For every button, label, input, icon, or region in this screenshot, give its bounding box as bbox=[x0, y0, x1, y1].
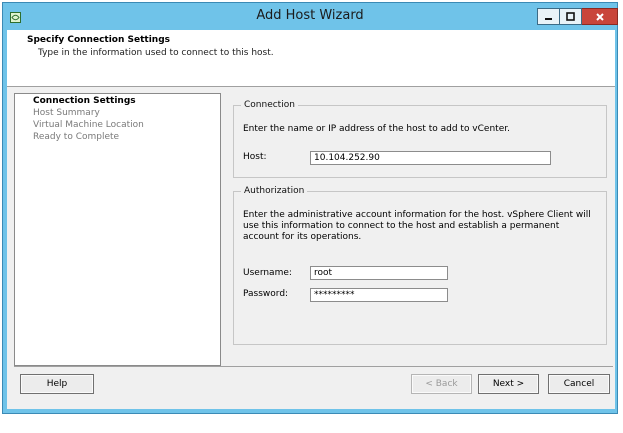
authorization-description-line-1: Enter the administrative account informa… bbox=[243, 210, 591, 220]
page-title: Specify Connection Settings bbox=[27, 35, 170, 45]
step-host-summary[interactable]: Host Summary bbox=[33, 108, 100, 118]
close-button[interactable] bbox=[582, 8, 618, 25]
authorization-description-line-3: account for its operations. bbox=[243, 232, 362, 242]
connection-legend: Connection bbox=[241, 100, 298, 110]
minimize-button[interactable] bbox=[537, 8, 560, 25]
host-label: Host: bbox=[243, 152, 267, 162]
step-virtual-machine-location[interactable]: Virtual Machine Location bbox=[33, 120, 144, 130]
page-subtitle: Type in the information used to connect … bbox=[38, 48, 274, 58]
next-button[interactable]: Next > bbox=[478, 374, 539, 394]
window-title: Add Host Wizard bbox=[256, 8, 364, 23]
authorization-description-line-2: use this information to connect to the h… bbox=[243, 221, 560, 231]
footer-divider bbox=[14, 366, 613, 367]
title-bar[interactable]: Add Host Wizard bbox=[3, 3, 618, 29]
connection-description: Enter the name or IP address of the host… bbox=[243, 124, 510, 134]
authorization-legend: Authorization bbox=[241, 186, 308, 196]
password-label: Password: bbox=[243, 289, 289, 299]
back-button[interactable]: < Back bbox=[411, 374, 472, 394]
minimize-icon bbox=[545, 18, 552, 20]
wizard-content-pane: Connection Enter the name or IP address … bbox=[221, 93, 618, 366]
host-input[interactable] bbox=[310, 151, 551, 165]
wizard-steps-pane: Connection Settings Host Summary Virtual… bbox=[14, 93, 221, 366]
close-icon bbox=[595, 12, 604, 21]
cancel-button[interactable]: Cancel bbox=[548, 374, 610, 394]
step-ready-to-complete[interactable]: Ready to Complete bbox=[33, 132, 119, 142]
step-connection-settings[interactable]: Connection Settings bbox=[33, 96, 136, 106]
maximize-button[interactable] bbox=[560, 8, 582, 25]
header-divider bbox=[7, 86, 615, 87]
password-input[interactable] bbox=[310, 288, 448, 302]
username-input[interactable] bbox=[310, 266, 448, 280]
maximize-icon bbox=[566, 12, 575, 21]
username-label: Username: bbox=[243, 268, 292, 278]
help-button[interactable]: Help bbox=[20, 374, 94, 394]
connection-group bbox=[233, 105, 607, 178]
